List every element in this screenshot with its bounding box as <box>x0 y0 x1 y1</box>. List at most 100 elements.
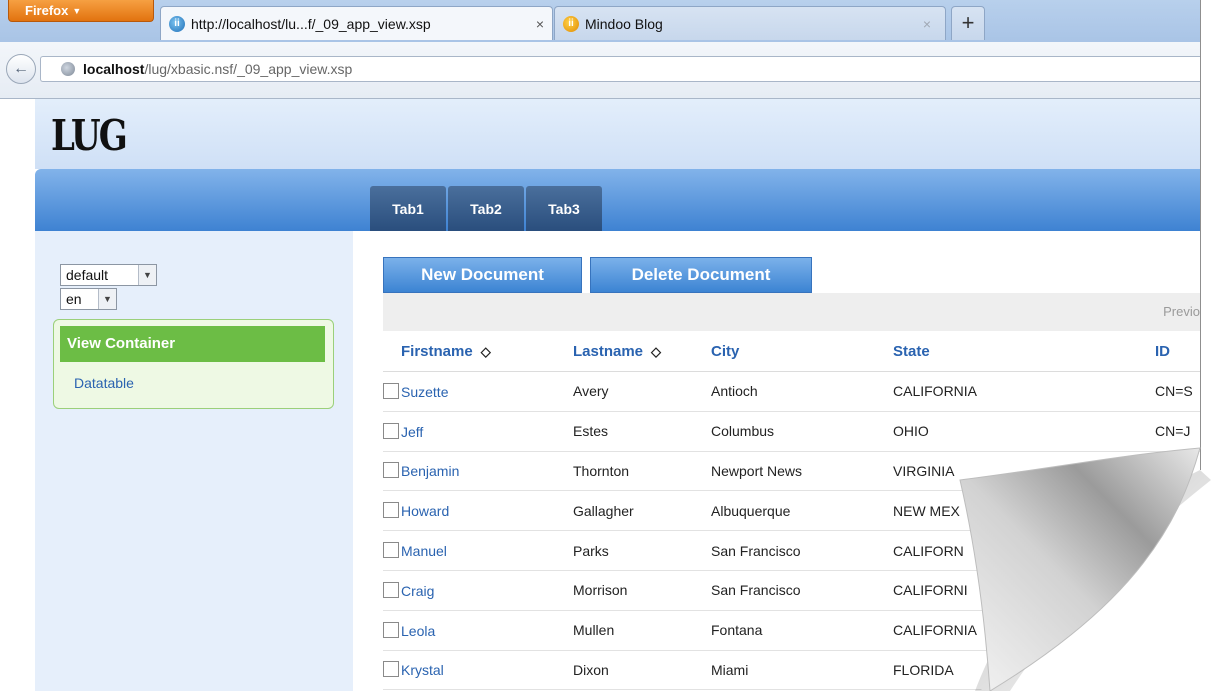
pager-bar: Previo <box>383 293 1200 331</box>
cell-state: CALIFORN <box>893 530 1155 571</box>
column-header-lastname[interactable]: Lastname ◇ <box>573 331 711 372</box>
back-button[interactable]: ← <box>6 54 36 84</box>
navigator-box: View Container Datatable <box>53 319 334 409</box>
cell-firstname: Benjamin <box>383 451 573 492</box>
row-checkbox[interactable] <box>383 542 399 559</box>
cell-id <box>1155 650 1200 691</box>
row-checkbox[interactable] <box>383 382 399 399</box>
browser-tab-title: Mindoo Blog <box>585 16 663 32</box>
cell-state: VIRGINIA <box>893 451 1155 492</box>
theme-select-value: default <box>66 267 109 283</box>
tab-tab1[interactable]: Tab1 <box>370 186 446 231</box>
site-identity-icon[interactable] <box>61 62 75 76</box>
cell-lastname: Parks <box>573 530 711 571</box>
firstname-link[interactable]: Manuel <box>401 543 447 559</box>
cell-lastname: Mullen <box>573 610 711 651</box>
column-header-id[interactable]: ID <box>1155 331 1200 372</box>
cell-firstname: Suzette <box>383 371 573 412</box>
cell-city: Antioch <box>711 371 893 412</box>
nav-item-view-container[interactable]: View Container <box>60 326 325 362</box>
language-select[interactable]: en ▼ <box>60 288 117 310</box>
cell-city: San Francisco <box>711 530 893 571</box>
row-checkbox[interactable] <box>383 422 399 439</box>
cell-state: NEW MEX <box>893 490 1155 532</box>
url-host: localhost <box>83 61 145 77</box>
cell-firstname: Howard <box>383 490 573 532</box>
tab-tab3[interactable]: Tab3 <box>526 186 602 231</box>
table-row: Manuel Parks San Francisco CALIFORN <box>383 530 1200 571</box>
globe-favicon-icon: ii <box>169 16 185 32</box>
new-tab-button[interactable]: + <box>951 6 985 40</box>
main-content: New Document Delete Document Previo Firs… <box>353 231 1200 691</box>
table-row: Craig Morrison San Francisco CALIFORNI <box>383 570 1200 611</box>
new-document-button[interactable]: New Document <box>383 257 582 293</box>
firstname-link[interactable]: Leola <box>401 623 435 639</box>
row-checkbox[interactable] <box>383 661 399 678</box>
table-header-row: Firstname ◇ Lastname ◇ City State ID <box>383 331 1200 372</box>
chevron-down-icon[interactable]: ▼ <box>98 289 116 309</box>
pager-previous-link[interactable]: Previo <box>1163 293 1200 331</box>
row-checkbox[interactable] <box>383 581 399 598</box>
mindoo-favicon-icon: ii <box>563 16 579 32</box>
cell-firstname: Jeff <box>383 411 573 452</box>
cell-city: San Francisco <box>711 570 893 611</box>
column-header-city[interactable]: City <box>711 331 893 372</box>
cell-lastname: Avery <box>573 371 711 412</box>
sort-icon[interactable]: ◇ <box>651 344 661 359</box>
cell-firstname: Krystal <box>383 650 573 691</box>
firstname-link[interactable]: Craig <box>401 583 434 599</box>
browser-tab-title: http://localhost/lu...f/_09_app_view.xsp <box>191 16 431 32</box>
browser-window: Firefox ▼ ii http://localhost/lu...f/_09_… <box>0 0 1201 691</box>
chevron-down-icon: ▼ <box>72 6 82 16</box>
cell-lastname: Gallagher <box>573 490 711 532</box>
app-banner: LUG <box>35 99 1200 169</box>
column-header-state[interactable]: State <box>893 331 1155 372</box>
row-checkbox[interactable] <box>383 621 399 638</box>
firstname-link[interactable]: Benjamin <box>401 463 459 479</box>
cell-lastname: Estes <box>573 411 711 452</box>
cell-state: OHIO <box>893 411 1155 452</box>
cell-city: Miami <box>711 650 893 691</box>
tab-tab2[interactable]: Tab2 <box>448 186 524 231</box>
delete-document-button[interactable]: Delete Document <box>590 257 812 293</box>
language-select-value: en <box>66 291 82 307</box>
table-row: Suzette Avery Antioch CALIFORNIA CN=S <box>383 371 1200 412</box>
table-row: Jeff Estes Columbus OHIO CN=J <box>383 411 1200 452</box>
browser-tab-strip: Firefox ▼ ii http://localhost/lu...f/_09_… <box>0 0 1200 43</box>
web-page: LUG Tab1 Tab2 Tab3 default ▼ en ▼ View C… <box>0 99 1200 691</box>
firstname-link[interactable]: Howard <box>401 503 449 519</box>
browser-tab-mindoo-blog[interactable]: ii Mindoo Blog × <box>554 6 946 40</box>
theme-select[interactable]: default ▼ <box>60 264 157 286</box>
firstname-link[interactable]: Jeff <box>401 424 423 440</box>
firstname-link[interactable]: Krystal <box>401 662 444 678</box>
close-tab-icon[interactable]: × <box>923 7 931 41</box>
sort-icon[interactable]: ◇ <box>481 344 491 359</box>
firstname-link[interactable]: Suzette <box>401 384 448 400</box>
firefox-menu-button[interactable]: Firefox ▼ <box>8 0 154 22</box>
row-checkbox[interactable] <box>383 462 399 479</box>
table-row: Krystal Dixon Miami FLORIDA <box>383 650 1200 691</box>
browser-tab-app-view[interactable]: ii http://localhost/lu...f/_09_app_view.… <box>160 6 553 40</box>
table-row: Howard Gallagher Albuquerque NEW MEX <box>383 490 1200 532</box>
url-bar[interactable]: localhost/lug/xbasic.nsf/_09_app_view.xs… <box>40 56 1200 82</box>
cell-city: Columbus <box>711 411 893 452</box>
app-logo: LUG <box>51 111 128 161</box>
cell-id <box>1155 490 1200 532</box>
url-text[interactable]: localhost/lug/xbasic.nsf/_09_app_view.xs… <box>83 57 352 81</box>
nav-item-datatable[interactable]: Datatable <box>74 375 134 391</box>
cell-lastname: Dixon <box>573 650 711 691</box>
cell-lastname: Morrison <box>573 570 711 611</box>
cell-firstname: Leola <box>383 610 573 651</box>
cell-city: Newport News <box>711 451 893 492</box>
cell-state: CALIFORNI <box>893 570 1155 611</box>
cell-id <box>1155 530 1200 571</box>
cell-firstname: Craig <box>383 570 573 611</box>
left-navigation-pane: default ▼ en ▼ View Container Datatable <box>35 231 353 691</box>
row-checkbox[interactable] <box>383 502 399 519</box>
column-header-firstname[interactable]: Firstname ◇ <box>401 331 573 372</box>
table-row: Benjamin Thornton Newport News VIRGINIA <box>383 451 1200 492</box>
close-tab-icon[interactable]: × <box>536 7 544 41</box>
chevron-down-icon[interactable]: ▼ <box>138 265 156 285</box>
table-row: Leola Mullen Fontana CALIFORNIA <box>383 610 1200 651</box>
cell-id: CN=S <box>1155 371 1200 412</box>
